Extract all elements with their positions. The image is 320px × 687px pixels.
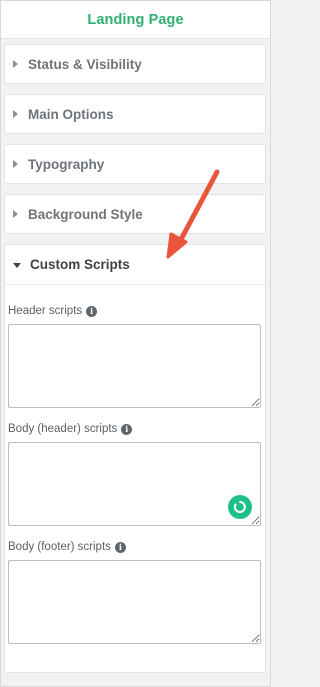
caret-right-icon [13,210,18,218]
body-header-scripts-label-text: Body (header) scripts [8,423,118,435]
section-label: Status & Visibility [28,56,142,72]
section-background-style[interactable]: Background Style [4,194,266,234]
info-icon[interactable]: i [121,423,133,435]
section-label: Main Options [28,106,114,122]
body-header-scripts-textarea[interactable] [8,442,261,526]
body-footer-scripts-label: Body (footer) scripts i [8,541,126,553]
section-label: Custom Scripts [30,257,130,272]
header-scripts-textarea[interactable] [8,324,261,408]
section-custom-scripts-header[interactable]: Custom Scripts [5,245,265,285]
section-typography[interactable]: Typography [4,144,266,184]
panel-title: Landing Page [87,11,184,28]
caret-right-icon [13,160,18,168]
body-header-scripts-label: Body (header) scripts i [8,423,133,435]
section-main-options[interactable]: Main Options [4,94,266,134]
info-icon[interactable]: i [86,305,98,317]
header-scripts-label-text: Header scripts [8,305,83,317]
panel-header: Landing Page [1,1,270,39]
grammarly-loader-icon[interactable] [228,495,252,519]
header-scripts-label: Header scripts i [8,305,98,317]
settings-panel: Landing Page Status & Visibility Main Op… [0,0,271,687]
section-custom-scripts: Custom Scripts Header scripts i Body (he… [4,244,266,673]
info-icon[interactable]: i [114,541,126,553]
section-label: Typography [28,156,105,172]
caret-down-icon [13,262,21,268]
section-label: Background Style [28,206,143,222]
caret-right-icon [13,110,18,118]
section-status-visibility[interactable]: Status & Visibility [4,44,266,84]
caret-right-icon [13,60,18,68]
body-footer-scripts-textarea[interactable] [8,560,261,644]
body-footer-scripts-label-text: Body (footer) scripts [8,541,111,553]
